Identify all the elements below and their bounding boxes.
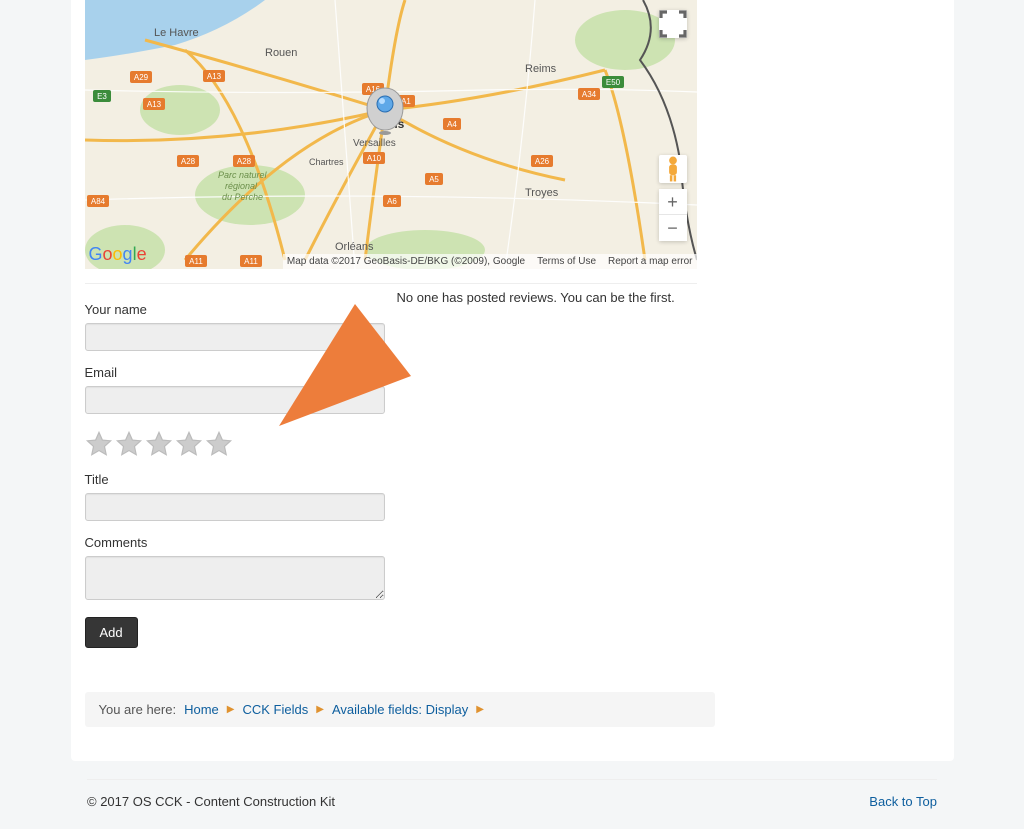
svg-text:A28: A28 <box>236 157 251 166</box>
svg-text:A11: A11 <box>244 257 258 266</box>
zoom-out-button[interactable]: − <box>659 215 687 241</box>
zoom-in-button[interactable]: + <box>659 189 687 215</box>
svg-text:A5: A5 <box>429 175 439 184</box>
map-city-label: Versailles <box>353 138 396 149</box>
star-icon[interactable] <box>85 430 113 458</box>
map-city-label: Rouen <box>265 47 297 59</box>
map-terms-link[interactable]: Terms of Use <box>537 256 596 267</box>
google-logo: Google <box>89 244 147 265</box>
chevron-right-icon: ▶ <box>316 704 324 715</box>
star-icon[interactable] <box>175 430 203 458</box>
svg-text:A13: A13 <box>146 100 161 109</box>
title-label: Title <box>85 472 385 487</box>
email-input[interactable] <box>85 386 385 414</box>
comments-textarea[interactable] <box>85 556 385 600</box>
svg-text:A34: A34 <box>581 90 596 99</box>
fullscreen-icon[interactable] <box>659 10 687 38</box>
star-icon[interactable] <box>205 430 233 458</box>
svg-text:A11: A11 <box>189 257 203 266</box>
page-footer: © 2017 OS CCK - Content Construction Kit… <box>87 780 937 829</box>
map-report-link[interactable]: Report a map error <box>608 256 692 267</box>
map-city-label: Reims <box>525 63 557 75</box>
map-city-label: Le Havre <box>154 27 199 39</box>
comments-label: Comments <box>85 535 385 550</box>
svg-text:E3: E3 <box>97 92 107 101</box>
breadcrumb-link-available-fields[interactable]: Available fields: Display <box>332 702 468 717</box>
map-zoom-control: + − <box>659 189 687 241</box>
svg-text:A4: A4 <box>447 120 457 129</box>
pegman-icon[interactable] <box>659 155 687 183</box>
chevron-right-icon: ▶ <box>227 704 235 715</box>
name-input[interactable] <box>85 323 385 351</box>
chevron-right-icon: ▶ <box>476 704 484 715</box>
svg-text:A6: A6 <box>387 197 397 206</box>
copyright-text: © 2017 OS CCK - Content Construction Kit <box>87 794 335 809</box>
back-to-top-link[interactable]: Back to Top <box>869 794 937 809</box>
map-city-label: Troyes <box>525 187 559 199</box>
star-icon[interactable] <box>145 430 173 458</box>
google-map[interactable]: A13 A13 A16 A1 A4 A5 A6 A10 A11 A11 A28 … <box>85 0 697 269</box>
email-label: Email <box>85 365 385 380</box>
map-city-label: Chartres <box>309 157 344 167</box>
breadcrumb-link-home[interactable]: Home <box>184 702 219 717</box>
svg-text:A13: A13 <box>206 72 221 81</box>
breadcrumb-label: You are here: <box>99 702 177 717</box>
svg-text:A28: A28 <box>180 157 195 166</box>
title-input[interactable] <box>85 493 385 521</box>
svg-text:A84: A84 <box>90 197 105 206</box>
svg-text:A26: A26 <box>534 157 549 166</box>
add-button[interactable]: Add <box>85 617 138 648</box>
map-attribution: Map data ©2017 GeoBasis-DE/BKG (©2009), … <box>283 254 697 269</box>
map-attribution-text: Map data ©2017 GeoBasis-DE/BKG (©2009), … <box>287 256 525 267</box>
svg-text:A29: A29 <box>133 73 148 82</box>
breadcrumb: You are here: Home ▶ CCK Fields ▶ Availa… <box>85 692 715 727</box>
star-icon[interactable] <box>115 430 143 458</box>
rating-stars <box>85 430 385 458</box>
no-reviews-message: No one has posted reviews. You can be th… <box>397 290 797 305</box>
name-label: Your name <box>85 302 385 317</box>
map-city-label: Orléans <box>335 241 374 253</box>
svg-text:A10: A10 <box>366 154 381 163</box>
breadcrumb-link-cck-fields[interactable]: CCK Fields <box>242 702 308 717</box>
svg-text:E50: E50 <box>605 78 620 87</box>
